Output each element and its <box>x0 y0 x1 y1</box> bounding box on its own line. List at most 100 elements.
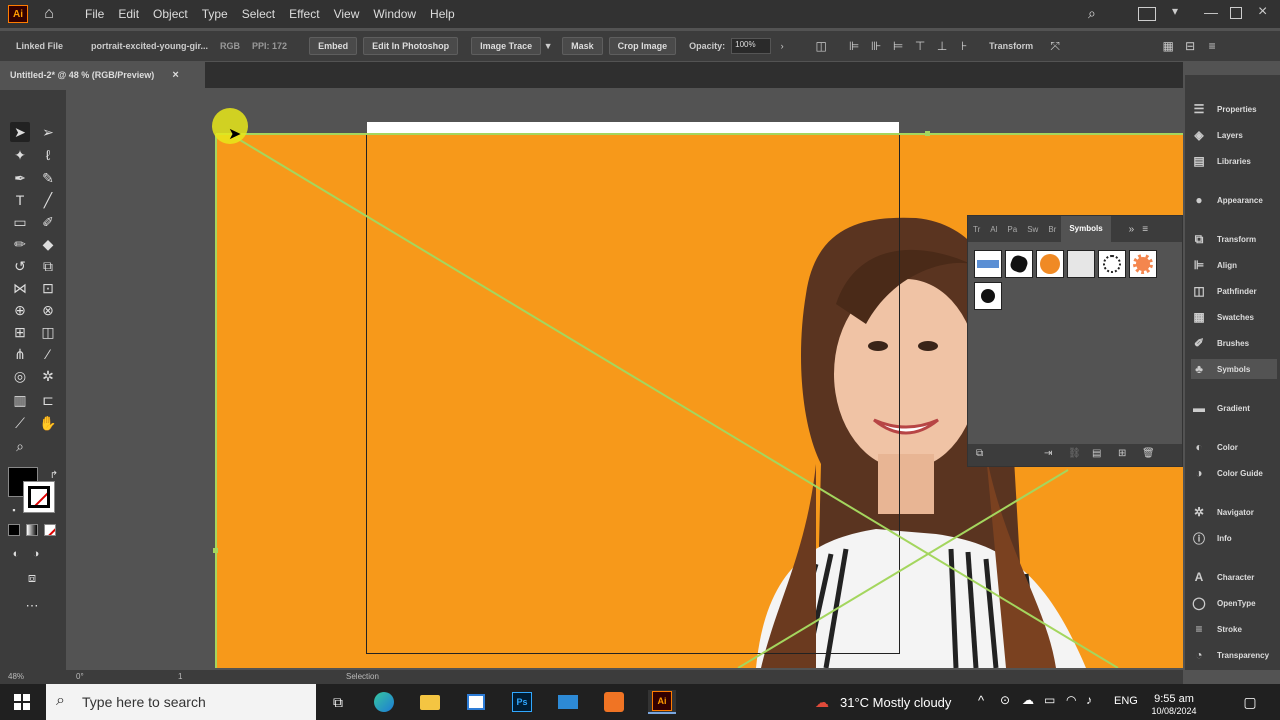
panel-properties[interactable]: ☰ Properties <box>1191 99 1257 119</box>
isolate-icon[interactable]: ⤧ <box>1047 38 1063 54</box>
maximize-icon[interactable] <box>1230 7 1242 19</box>
panel-swatches[interactable]: ▦ Swatches <box>1191 307 1254 327</box>
symbol-options-icon[interactable]: ▤ <box>1092 448 1101 459</box>
wifi-icon[interactable]: ◠ <box>1066 693 1076 707</box>
menu-icon[interactable]: ≡ <box>1204 38 1220 54</box>
menu-view[interactable]: View <box>327 7 367 21</box>
align-right-icon[interactable]: ⊨ <box>890 38 906 54</box>
chevron-up-icon[interactable]: ^ <box>978 693 984 708</box>
align-bottom-icon[interactable]: ⊦ <box>956 38 972 54</box>
panel-character[interactable]: A Character <box>1191 567 1255 587</box>
gradient-tool-icon[interactable]: ⋔ <box>10 344 30 364</box>
network-icon[interactable]: ⊙ <box>1000 693 1010 707</box>
weather-text[interactable]: 31°C Mostly cloudy <box>840 695 951 710</box>
free-transform-icon[interactable]: ⊡ <box>38 278 58 298</box>
swap-fill-stroke-icon[interactable]: ↱ <box>44 465 64 485</box>
panel-options-icon[interactable]: ⊟ <box>1182 38 1198 54</box>
menu-help[interactable]: Help <box>423 7 462 21</box>
chevron-right-icon[interactable]: › <box>774 38 790 54</box>
place-symbol-icon[interactable]: ⇥ <box>1044 448 1052 459</box>
rectangle-tool-icon[interactable]: ▭ <box>10 212 30 232</box>
panel-transform[interactable]: ⧉ Transform <box>1191 229 1256 249</box>
panel-stroke[interactable]: ≡ Stroke <box>1191 619 1241 639</box>
lasso-icon[interactable]: ℓ <box>38 145 58 165</box>
panel-brushes[interactable]: ✐ Brushes <box>1191 333 1249 353</box>
menu-object[interactable]: Object <box>146 7 195 21</box>
app-logo[interactable]: Ai <box>8 5 28 23</box>
opacity-field[interactable]: 100% <box>731 38 772 54</box>
document-tab[interactable]: Untitled-2* @ 48 % (RGB/Preview) × <box>0 62 205 88</box>
menu-effect[interactable]: Effect <box>282 7 326 21</box>
task-view-icon[interactable]: ⧉ <box>326 690 350 714</box>
scale-tool-icon[interactable]: ⧉ <box>38 256 58 276</box>
battery-icon[interactable]: ▭ <box>1044 693 1055 707</box>
draw-normal-icon[interactable]: ◐ <box>6 544 26 564</box>
symbol-swatch[interactable] <box>974 282 1002 310</box>
menu-window[interactable]: Window <box>366 7 423 21</box>
panel-info[interactable]: ⓘ Info <box>1191 528 1232 548</box>
panel-menu-icon[interactable]: ≡ <box>1142 224 1148 235</box>
stroke-swatch[interactable] <box>23 481 55 513</box>
shape-builder-icon[interactable]: ⊕ <box>10 300 30 320</box>
selection-tool-icon[interactable]: ➤ <box>10 122 30 142</box>
panel-appearance[interactable]: ● Appearance <box>1191 190 1262 210</box>
clock-date[interactable]: 10/08/2024 <box>1148 706 1200 716</box>
mask-button[interactable]: Mask <box>562 37 603 55</box>
recolor-icon[interactable]: ◫ <box>813 38 829 54</box>
rotation-readout[interactable]: 0° <box>76 672 84 681</box>
zoom-tool-icon[interactable]: ⌕ <box>10 436 30 456</box>
artboard-tool-icon[interactable]: ⊏ <box>38 390 58 410</box>
panel-libraries[interactable]: ▤ Libraries <box>1191 151 1250 171</box>
more-tools-icon[interactable]: ⋯ <box>22 596 42 616</box>
symbol-swatch[interactable] <box>1036 250 1064 278</box>
draw-behind-icon[interactable]: ◑ <box>26 544 46 564</box>
clock-time[interactable]: 9:55 am <box>1148 693 1200 705</box>
panel-color[interactable]: ◐ Color <box>1191 437 1238 457</box>
direct-selection-tool-icon[interactable]: ➢ <box>38 122 58 142</box>
slice-tool-icon[interactable]: ⟋ <box>10 413 30 433</box>
panel-navigator[interactable]: ✲ Navigator <box>1191 502 1254 522</box>
store-icon[interactable] <box>464 690 488 714</box>
tab-transform[interactable]: Tr <box>968 225 985 234</box>
photoshop-icon[interactable]: Ps <box>510 690 534 714</box>
eraser-icon[interactable]: ◆ <box>38 234 58 254</box>
language-indicator[interactable]: ENG <box>1114 695 1138 707</box>
break-link-icon[interactable]: ⛓ <box>1068 448 1081 459</box>
panel-pathfinder[interactable]: ◫ Pathfinder <box>1191 281 1256 301</box>
app-icon[interactable] <box>602 690 626 714</box>
panel-transparency[interactable]: ◔ Transparency <box>1191 645 1269 665</box>
menu-edit[interactable]: Edit <box>111 7 146 21</box>
grid-icon[interactable]: ▦ <box>1160 38 1176 54</box>
symbol-swatch[interactable] <box>1098 250 1126 278</box>
volume-icon[interactable]: ♪ <box>1086 693 1092 707</box>
menu-type[interactable]: Type <box>195 7 235 21</box>
arrange-documents-icon[interactable] <box>1138 7 1156 21</box>
minimize-icon[interactable]: — <box>1204 4 1218 20</box>
image-trace-button[interactable]: Image Trace <box>471 37 542 55</box>
pen-tool-icon[interactable]: ✒ <box>10 168 30 188</box>
linked-file-label[interactable]: Linked File <box>10 41 69 51</box>
windows-start-icon[interactable] <box>10 690 34 714</box>
illustrator-taskbar-icon[interactable]: Ai <box>648 690 676 714</box>
taskbar-search[interactable]: ⌕ Type here to search <box>46 684 316 720</box>
crop-image-button[interactable]: Crop Image <box>608 37 677 55</box>
close-icon[interactable]: × <box>1258 3 1267 21</box>
menu-select[interactable]: Select <box>235 7 282 21</box>
notifications-icon[interactable]: ▢ <box>1238 690 1262 714</box>
linked-filename[interactable]: portrait-excited-young-gir... <box>85 41 214 51</box>
edit-in-photoshop-button[interactable]: Edit In Photoshop <box>363 37 459 55</box>
type-tool-icon[interactable]: T <box>10 190 30 210</box>
magic-wand-icon[interactable]: ✦ <box>10 145 30 165</box>
close-tab-icon[interactable]: × <box>172 69 178 81</box>
align-left-icon[interactable]: ⊫ <box>846 38 862 54</box>
cloud-icon[interactable]: ☁ <box>1022 693 1034 707</box>
file-explorer-icon[interactable] <box>418 690 442 714</box>
mesh-tool-icon[interactable]: ◫ <box>38 322 58 342</box>
screen-mode-icon[interactable]: ⧈ <box>22 568 42 588</box>
symbol-libraries-icon[interactable]: ⧉ <box>976 448 983 459</box>
panel-opentype[interactable]: ◯ OpenType <box>1191 593 1255 613</box>
symbol-sprayer-icon[interactable]: ✲ <box>38 366 58 386</box>
workspace-switcher-icon[interactable]: ▾ <box>1172 4 1178 18</box>
curvature-tool-icon[interactable]: ✎ <box>38 168 58 188</box>
symbol-swatch[interactable] <box>974 250 1002 278</box>
